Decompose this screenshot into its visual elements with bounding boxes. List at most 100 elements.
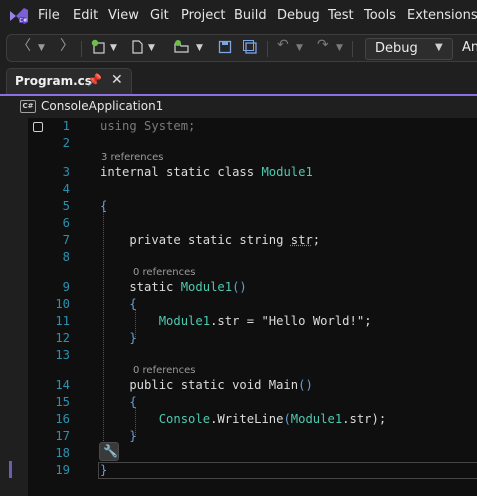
code-line: } bbox=[100, 462, 107, 479]
indicator-margin bbox=[0, 118, 28, 496]
line-number: 4 bbox=[62, 182, 70, 196]
code-token: { bbox=[100, 199, 108, 213]
line-number: 13 bbox=[55, 348, 70, 362]
code-token: Console bbox=[158, 412, 211, 426]
tab-program-cs[interactable]: Program.cs 📌 ✕ bbox=[6, 68, 132, 94]
code-line: using System; bbox=[100, 118, 195, 135]
line-number: 5 bbox=[62, 199, 70, 213]
new-project-dropdown-icon[interactable]: ▼ bbox=[110, 41, 117, 55]
back-icon[interactable]: 〈 bbox=[17, 39, 31, 53]
code-token: using System; bbox=[100, 119, 196, 133]
line-number: 14 bbox=[55, 378, 70, 392]
menu-debug[interactable]: Debug bbox=[277, 8, 320, 23]
quick-actions-button[interactable]: 🔧 bbox=[99, 442, 119, 461]
forward-icon[interactable]: 〉 bbox=[60, 39, 74, 53]
code-token: public static void Main bbox=[100, 378, 299, 392]
code-line: public static void Main() bbox=[100, 377, 313, 394]
chevron-down-icon: ▼ bbox=[435, 42, 443, 53]
lightbulb-icon: 🔧 bbox=[103, 444, 118, 458]
code-line: Module1.str = "Hello World!"; bbox=[100, 313, 372, 330]
code-line: { bbox=[100, 198, 107, 215]
menu-build[interactable]: Build bbox=[234, 8, 267, 23]
code-token: () bbox=[298, 378, 313, 392]
code-token: { bbox=[100, 395, 137, 409]
redo-icon[interactable]: ↷ bbox=[317, 38, 329, 52]
code-token: .str = bbox=[210, 314, 262, 328]
code-token: private static string bbox=[100, 233, 291, 247]
code-line: { bbox=[100, 296, 137, 313]
code-line: internal static class Module1 bbox=[100, 164, 313, 181]
back-dropdown-icon[interactable]: ▼ bbox=[38, 41, 45, 55]
new-file-dropdown-icon[interactable]: ▼ bbox=[148, 41, 155, 55]
toolbar-separator bbox=[81, 41, 82, 57]
code-token: .str bbox=[342, 412, 372, 426]
line-number: 12 bbox=[55, 331, 70, 345]
code-token: ; bbox=[364, 314, 372, 328]
toolbar-separator bbox=[267, 41, 268, 57]
toolbar-tray: 〈 ▼ 〉 ▼ ▼ ▼ ↶ ▼ ↷ ▼ Debug ▼ An bbox=[6, 34, 477, 62]
open-dropdown-icon[interactable]: ▼ bbox=[196, 41, 203, 55]
menu-edit[interactable]: Edit bbox=[73, 8, 98, 23]
line-number: 18 bbox=[55, 446, 70, 460]
code-line: } bbox=[100, 330, 137, 347]
csharp-project-icon: C# bbox=[20, 100, 36, 113]
code-token: str bbox=[290, 233, 313, 247]
menu-git[interactable]: Git bbox=[150, 8, 169, 23]
solution-platform-select[interactable]: Any bbox=[462, 40, 477, 55]
line-number: 10 bbox=[55, 297, 70, 311]
menu-file[interactable]: File bbox=[38, 8, 60, 23]
save-all-icon[interactable] bbox=[242, 39, 258, 55]
code-token: () bbox=[232, 280, 247, 294]
redo-dropdown-icon[interactable]: ▼ bbox=[336, 41, 343, 55]
current-line-indicator bbox=[9, 461, 12, 478]
code-token: Module1 bbox=[180, 280, 233, 294]
line-number: 19 bbox=[55, 463, 70, 477]
line-number: 11 bbox=[55, 314, 70, 328]
code-token: "Hello World!" bbox=[261, 314, 365, 328]
line-number: 9 bbox=[62, 280, 70, 294]
code-token: ; bbox=[312, 233, 321, 247]
code-token: .WriteLine bbox=[210, 412, 284, 426]
undo-icon[interactable]: ↶ bbox=[277, 38, 289, 52]
line-number: 6 bbox=[62, 216, 70, 230]
toolbar: 〈 ▼ 〉 ▼ ▼ ▼ ↶ ▼ ↷ ▼ Debug ▼ An bbox=[0, 32, 477, 62]
code-token: } bbox=[100, 331, 137, 345]
line-number: 2 bbox=[62, 136, 70, 150]
code-token: { bbox=[100, 297, 137, 311]
menu-extensions[interactable]: Extensions bbox=[407, 8, 477, 23]
project-dropdown[interactable]: ConsoleApplication1 bbox=[41, 99, 163, 113]
code-token: internal static class bbox=[100, 165, 262, 179]
solution-configuration-select[interactable]: Debug ▼ bbox=[365, 38, 453, 60]
line-number: 7 bbox=[62, 233, 70, 247]
menu-test[interactable]: Test bbox=[328, 8, 354, 23]
code-token: ( bbox=[283, 412, 291, 426]
menu-tools[interactable]: Tools bbox=[364, 8, 396, 23]
codelens-references[interactable]: 0 references bbox=[133, 267, 196, 278]
save-icon[interactable] bbox=[217, 39, 233, 55]
code-token: } bbox=[100, 463, 108, 477]
code-token: Module1 bbox=[261, 165, 313, 179]
code-token: Module1 bbox=[158, 314, 211, 328]
code-token: ); bbox=[371, 412, 387, 426]
new-file-icon[interactable] bbox=[129, 39, 145, 55]
svg-text:C#: C# bbox=[20, 18, 28, 24]
vs-logo-icon: C# bbox=[10, 8, 28, 24]
line-number: 8 bbox=[62, 250, 70, 264]
pin-icon[interactable]: 📌 bbox=[87, 73, 102, 87]
codelens-references[interactable]: 0 references bbox=[133, 365, 196, 376]
open-folder-icon[interactable] bbox=[173, 39, 191, 55]
code-token: Module1 bbox=[290, 412, 343, 426]
line-number: 3 bbox=[62, 165, 70, 179]
menu-bar: C# File Edit View Git Project Build Debu… bbox=[0, 0, 477, 32]
new-project-icon[interactable] bbox=[91, 39, 107, 55]
codelens-references[interactable]: 3 references bbox=[101, 152, 164, 163]
menu-view[interactable]: View bbox=[108, 8, 139, 23]
code-line: static Module1() bbox=[100, 279, 247, 296]
undo-dropdown-icon[interactable]: ▼ bbox=[296, 41, 303, 55]
menu-project[interactable]: Project bbox=[181, 8, 225, 23]
code-editor[interactable]: 1 2 3 4 5 6 7 8 9 10 11 12 13 14 15 16 1… bbox=[0, 118, 477, 496]
tab-label: Program.cs bbox=[15, 74, 92, 88]
close-icon[interactable]: ✕ bbox=[111, 72, 123, 88]
